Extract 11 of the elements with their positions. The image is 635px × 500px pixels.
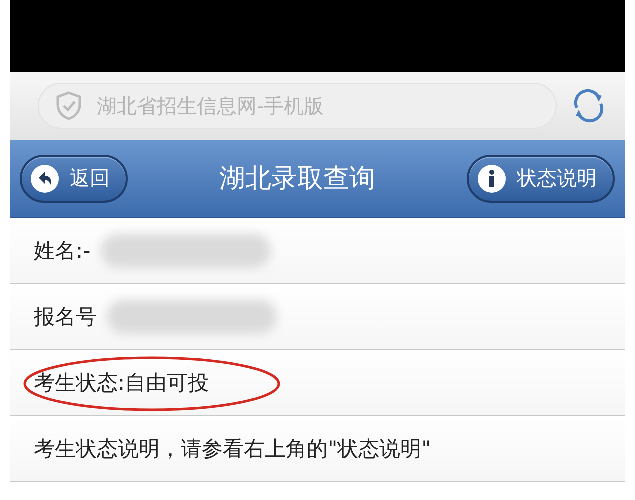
- address-text: 湖北省招生信息网-手机版: [97, 92, 324, 120]
- field-label: 姓名:-: [34, 238, 91, 264]
- shield-icon: [55, 91, 83, 121]
- status-info-button[interactable]: 状态说明: [467, 154, 615, 202]
- field-label: 报名号: [34, 304, 97, 330]
- back-icon: [30, 164, 60, 194]
- back-button[interactable]: 返回: [20, 154, 128, 202]
- field-label: 考生状态说明，请参看右上角的"状态说明": [34, 436, 432, 462]
- field-label: 考生状态:自由可投: [34, 368, 210, 396]
- page-title: 湖北录取查询: [220, 163, 376, 196]
- info-icon: [477, 164, 507, 194]
